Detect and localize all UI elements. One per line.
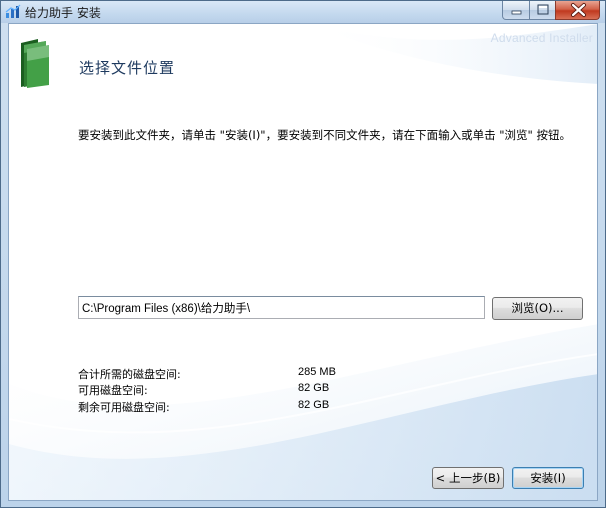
browse-button[interactable]: 浏览(O)...: [492, 297, 583, 320]
instruction-text: 要安装到此文件夹，请单击 "安装(I)"，要安装到不同文件夹，请在下面输入或单击…: [78, 128, 571, 142]
installer-window: 给力助手 安装 Advanced Installer 选择文件位置 要安装到此文…: [0, 0, 606, 508]
disk-value-required: 285 MB: [298, 366, 336, 378]
install-button[interactable]: 安装(I): [512, 467, 584, 489]
back-button[interactable]: < 上一步(B): [432, 467, 504, 489]
minimize-button[interactable]: [502, 1, 530, 20]
maximize-button[interactable]: [529, 1, 556, 20]
disk-label-available: 可用磁盘空间:: [78, 384, 148, 397]
disk-label-remaining: 剩余可用磁盘空间:: [78, 401, 170, 414]
title-bar[interactable]: 给力助手 安装: [1, 1, 605, 23]
install-path-input[interactable]: [78, 296, 485, 319]
disk-value-remaining: 82 GB: [298, 399, 330, 411]
disk-value-available: 82 GB: [298, 382, 330, 394]
wizard-panel: Advanced Installer 选择文件位置 要安装到此文件夹，请单击 "…: [8, 23, 598, 501]
page-title: 选择文件位置: [79, 59, 176, 77]
close-button[interactable]: [555, 1, 600, 20]
green-folder-icon: [21, 39, 49, 88]
app-logo-icon: [5, 4, 21, 18]
background-swoosh: [9, 24, 597, 500]
brand-watermark: Advanced Installer: [490, 31, 593, 45]
close-icon: [571, 3, 586, 17]
window-title: 给力助手 安装: [25, 6, 101, 20]
minimize-icon: [511, 10, 522, 15]
disk-label-required: 合计所需的磁盘空间:: [78, 368, 181, 381]
maximize-icon: [537, 4, 549, 15]
